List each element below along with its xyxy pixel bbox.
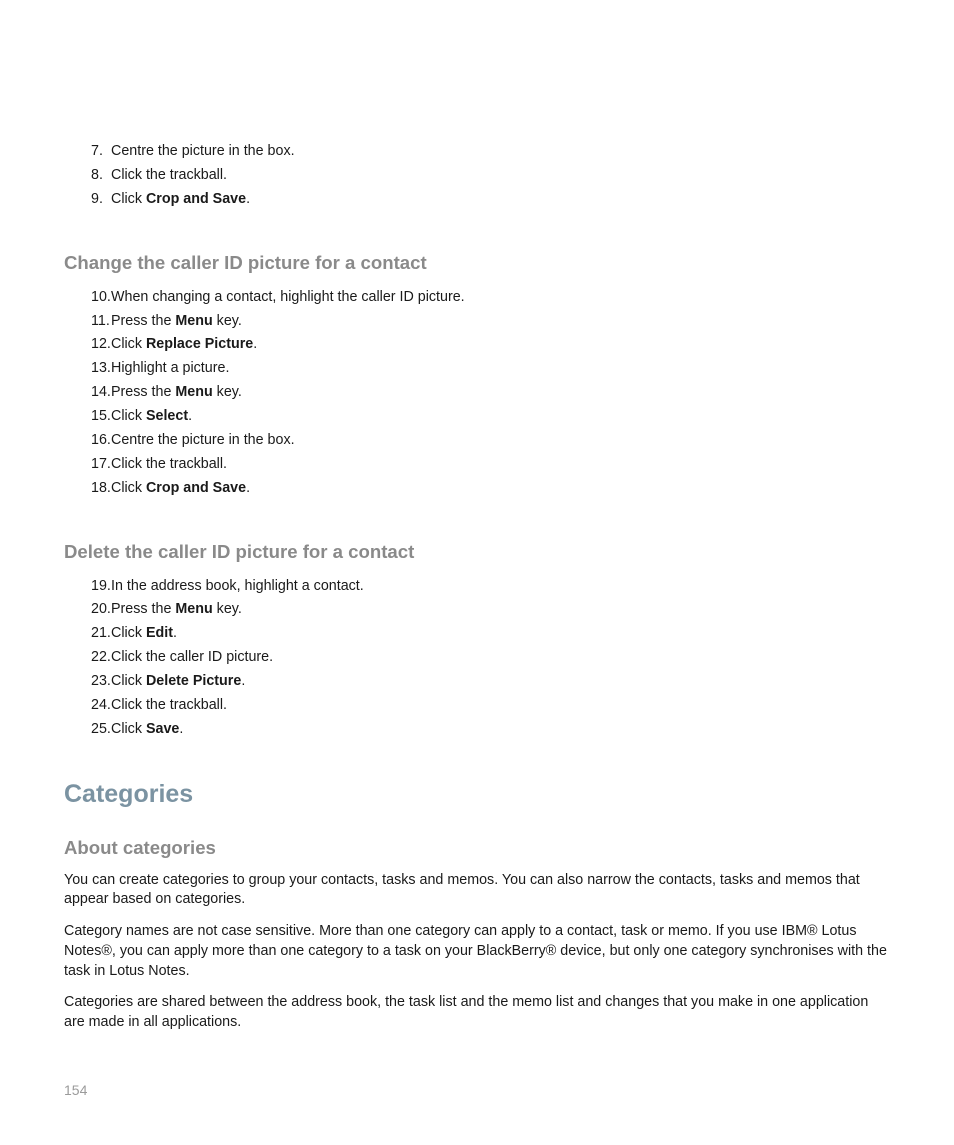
ordered-list-section-1: Centre the picture in the box.Click the … [91,140,888,212]
paragraph-about-3: Categories are shared between the addres… [64,993,888,1032]
bold-text: Edit [146,625,173,641]
list-item: Press the Menu key. [91,310,888,334]
list-item: In the address book, highlight a contact… [91,575,888,599]
bold-text: Crop and Save [146,480,246,496]
list-item: Click Replace Picture. [91,333,888,357]
heading-change-caller-id: Change the caller ID picture for a conta… [64,252,888,274]
ordered-list-section-3: In the address book, highlight a contact… [91,575,888,742]
list-item: Press the Menu key. [91,381,888,405]
bold-text: Menu [175,601,212,617]
list-item: Click Delete Picture. [91,670,888,694]
list-item: Click Crop and Save. [91,188,888,212]
list-item: Click the trackball. [91,453,888,477]
bold-text: Save [146,721,179,737]
list-item: Centre the picture in the box. [91,140,888,164]
list-item: Click the trackball. [91,164,888,188]
bold-text: Menu [175,384,212,400]
bold-text: Menu [175,313,212,329]
list-item: Click Select. [91,405,888,429]
heading-about-categories: About categories [64,837,888,859]
bold-text: Select [146,408,188,424]
list-item: Click the caller ID picture. [91,646,888,670]
list-item: When changing a contact, highlight the c… [91,286,888,310]
ordered-list-section-2: When changing a contact, highlight the c… [91,286,888,501]
heading-categories: Categories [64,780,888,809]
paragraph-about-1: You can create categories to group your … [64,871,888,910]
list-item: Centre the picture in the box. [91,429,888,453]
list-item: Highlight a picture. [91,357,888,381]
paragraph-about-2: Category names are not case sensitive. M… [64,922,888,981]
list-item: Click the trackball. [91,694,888,718]
bold-text: Replace Picture [146,336,253,352]
bold-text: Crop and Save [146,191,246,207]
page-number: 154 [64,1082,87,1098]
list-item: Click Save. [91,718,888,742]
bold-text: Delete Picture [146,673,241,689]
list-item: Click Crop and Save. [91,477,888,501]
list-item: Click Edit. [91,622,888,646]
heading-delete-caller-id: Delete the caller ID picture for a conta… [64,541,888,563]
list-item: Press the Menu key. [91,598,888,622]
